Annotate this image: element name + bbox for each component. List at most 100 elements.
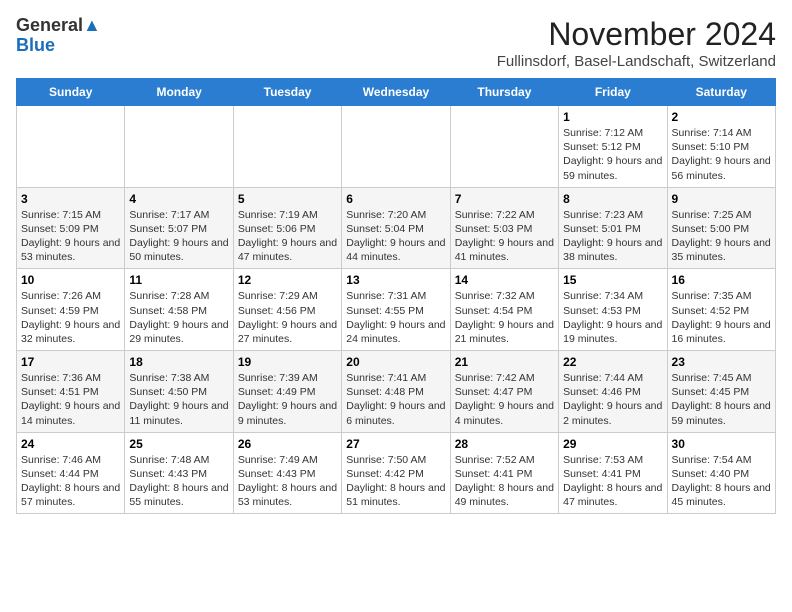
calendar-cell bbox=[450, 106, 558, 188]
calendar-week-3: 10 Sunrise: 7:26 AM Sunset: 4:59 PM Dayli… bbox=[17, 269, 776, 351]
day-info: Sunrise: 7:32 AM Sunset: 4:54 PM Dayligh… bbox=[455, 289, 554, 346]
day-info: Sunrise: 7:35 AM Sunset: 4:52 PM Dayligh… bbox=[672, 289, 771, 346]
calendar-cell bbox=[17, 106, 125, 188]
day-number: 6 bbox=[346, 192, 445, 206]
day-number: 22 bbox=[563, 355, 662, 369]
month-year-title: November 2024 bbox=[497, 16, 776, 53]
day-number: 23 bbox=[672, 355, 771, 369]
day-info: Sunrise: 7:26 AM Sunset: 4:59 PM Dayligh… bbox=[21, 289, 120, 346]
logo: General▲ Blue bbox=[16, 16, 101, 56]
day-info: Sunrise: 7:12 AM Sunset: 5:12 PM Dayligh… bbox=[563, 126, 662, 183]
calendar-cell: 11Sunrise: 7:28 AM Sunset: 4:58 PM Dayli… bbox=[125, 269, 233, 351]
col-tuesday: Tuesday bbox=[233, 79, 341, 106]
calendar-cell: 2 Sunrise: 7:14 AM Sunset: 5:10 PM Daylig… bbox=[667, 106, 775, 188]
day-number: 21 bbox=[455, 355, 554, 369]
day-number: 28 bbox=[455, 437, 554, 451]
day-number: 9 bbox=[672, 192, 771, 206]
day-number: 3 bbox=[21, 192, 120, 206]
calendar-cell: 28Sunrise: 7:52 AM Sunset: 4:41 PM Dayli… bbox=[450, 432, 558, 514]
calendar-cell: 3 Sunrise: 7:15 AM Sunset: 5:09 PM Daylig… bbox=[17, 187, 125, 269]
calendar-cell: 16 Sunrise: 7:35 AM Sunset: 4:52 PM Dayli… bbox=[667, 269, 775, 351]
calendar-cell: 4 Sunrise: 7:17 AM Sunset: 5:07 PM Daylig… bbox=[125, 187, 233, 269]
calendar-table: Sunday Monday Tuesday Wednesday Thursday… bbox=[16, 78, 776, 514]
calendar-cell bbox=[342, 106, 450, 188]
day-info: Sunrise: 7:42 AM Sunset: 4:47 PM Dayligh… bbox=[455, 371, 554, 428]
calendar-cell: 24Sunrise: 7:46 AM Sunset: 4:44 PM Dayli… bbox=[17, 432, 125, 514]
calendar-cell: 14Sunrise: 7:32 AM Sunset: 4:54 PM Dayli… bbox=[450, 269, 558, 351]
day-info: Sunrise: 7:15 AM Sunset: 5:09 PM Dayligh… bbox=[21, 208, 120, 265]
day-info: Sunrise: 7:48 AM Sunset: 4:43 PM Dayligh… bbox=[129, 453, 228, 510]
day-info: Sunrise: 7:36 AM Sunset: 4:51 PM Dayligh… bbox=[21, 371, 120, 428]
day-info: Sunrise: 7:14 AM Sunset: 5:10 PM Dayligh… bbox=[672, 126, 771, 183]
day-info: Sunrise: 7:39 AM Sunset: 4:49 PM Dayligh… bbox=[238, 371, 337, 428]
calendar-body: 1 Sunrise: 7:12 AM Sunset: 5:12 PM Daylig… bbox=[17, 106, 776, 514]
day-info: Sunrise: 7:54 AM Sunset: 4:40 PM Dayligh… bbox=[672, 453, 771, 510]
day-info: Sunrise: 7:41 AM Sunset: 4:48 PM Dayligh… bbox=[346, 371, 445, 428]
col-thursday: Thursday bbox=[450, 79, 558, 106]
day-info: Sunrise: 7:38 AM Sunset: 4:50 PM Dayligh… bbox=[129, 371, 228, 428]
day-info: Sunrise: 7:34 AM Sunset: 4:53 PM Dayligh… bbox=[563, 289, 662, 346]
calendar-week-1: 1 Sunrise: 7:12 AM Sunset: 5:12 PM Daylig… bbox=[17, 106, 776, 188]
day-info: Sunrise: 7:22 AM Sunset: 5:03 PM Dayligh… bbox=[455, 208, 554, 265]
day-number: 8 bbox=[563, 192, 662, 206]
calendar-cell: 1 Sunrise: 7:12 AM Sunset: 5:12 PM Daylig… bbox=[559, 106, 667, 188]
col-wednesday: Wednesday bbox=[342, 79, 450, 106]
location-subtitle: Fullinsdorf, Basel-Landschaft, Switzerla… bbox=[497, 53, 776, 70]
day-number: 2 bbox=[672, 110, 771, 124]
day-info: Sunrise: 7:44 AM Sunset: 4:46 PM Dayligh… bbox=[563, 371, 662, 428]
calendar-header: Sunday Monday Tuesday Wednesday Thursday… bbox=[17, 79, 776, 106]
day-number: 4 bbox=[129, 192, 228, 206]
calendar-cell: 27 Sunrise: 7:50 AM Sunset: 4:42 PM Dayli… bbox=[342, 432, 450, 514]
calendar-week-5: 24Sunrise: 7:46 AM Sunset: 4:44 PM Dayli… bbox=[17, 432, 776, 514]
day-info: Sunrise: 7:49 AM Sunset: 4:43 PM Dayligh… bbox=[238, 453, 337, 510]
col-sunday: Sunday bbox=[17, 79, 125, 106]
day-number: 13 bbox=[346, 273, 445, 287]
calendar-cell: 30Sunrise: 7:54 AM Sunset: 4:40 PM Dayli… bbox=[667, 432, 775, 514]
col-saturday: Saturday bbox=[667, 79, 775, 106]
day-info: Sunrise: 7:50 AM Sunset: 4:42 PM Dayligh… bbox=[346, 453, 445, 510]
day-number: 16 bbox=[672, 273, 771, 287]
calendar-cell: 13Sunrise: 7:31 AM Sunset: 4:55 PM Dayli… bbox=[342, 269, 450, 351]
day-number: 26 bbox=[238, 437, 337, 451]
day-number: 19 bbox=[238, 355, 337, 369]
day-info: Sunrise: 7:17 AM Sunset: 5:07 PM Dayligh… bbox=[129, 208, 228, 265]
calendar-cell bbox=[125, 106, 233, 188]
calendar-cell: 12Sunrise: 7:29 AM Sunset: 4:56 PM Dayli… bbox=[233, 269, 341, 351]
calendar-cell: 8 Sunrise: 7:23 AM Sunset: 5:01 PM Daylig… bbox=[559, 187, 667, 269]
calendar-cell: 15 Sunrise: 7:34 AM Sunset: 4:53 PM Dayli… bbox=[559, 269, 667, 351]
col-monday: Monday bbox=[125, 79, 233, 106]
calendar-cell: 6 Sunrise: 7:20 AM Sunset: 5:04 PM Daylig… bbox=[342, 187, 450, 269]
calendar-cell: 23 Sunrise: 7:45 AM Sunset: 4:45 PM Dayli… bbox=[667, 351, 775, 433]
calendar-cell: 29 Sunrise: 7:53 AM Sunset: 4:41 PM Dayli… bbox=[559, 432, 667, 514]
calendar-cell: 26 Sunrise: 7:49 AM Sunset: 4:43 PM Dayli… bbox=[233, 432, 341, 514]
header-row: Sunday Monday Tuesday Wednesday Thursday… bbox=[17, 79, 776, 106]
calendar-cell: 10 Sunrise: 7:26 AM Sunset: 4:59 PM Dayli… bbox=[17, 269, 125, 351]
logo-general: General▲ bbox=[16, 16, 101, 36]
day-info: Sunrise: 7:20 AM Sunset: 5:04 PM Dayligh… bbox=[346, 208, 445, 265]
calendar-cell: 22 Sunrise: 7:44 AM Sunset: 4:46 PM Dayli… bbox=[559, 351, 667, 433]
day-info: Sunrise: 7:53 AM Sunset: 4:41 PM Dayligh… bbox=[563, 453, 662, 510]
day-number: 27 bbox=[346, 437, 445, 451]
day-number: 29 bbox=[563, 437, 662, 451]
calendar-week-2: 3 Sunrise: 7:15 AM Sunset: 5:09 PM Daylig… bbox=[17, 187, 776, 269]
calendar-cell: 5 Sunrise: 7:19 AM Sunset: 5:06 PM Daylig… bbox=[233, 187, 341, 269]
col-friday: Friday bbox=[559, 79, 667, 106]
title-block: November 2024 Fullinsdorf, Basel-Landsch… bbox=[497, 16, 776, 70]
day-number: 10 bbox=[21, 273, 120, 287]
day-number: 15 bbox=[563, 273, 662, 287]
calendar-week-4: 17Sunrise: 7:36 AM Sunset: 4:51 PM Dayli… bbox=[17, 351, 776, 433]
calendar-cell: 7Sunrise: 7:22 AM Sunset: 5:03 PM Daylig… bbox=[450, 187, 558, 269]
day-info: Sunrise: 7:45 AM Sunset: 4:45 PM Dayligh… bbox=[672, 371, 771, 428]
calendar-cell: 18Sunrise: 7:38 AM Sunset: 4:50 PM Dayli… bbox=[125, 351, 233, 433]
day-info: Sunrise: 7:23 AM Sunset: 5:01 PM Dayligh… bbox=[563, 208, 662, 265]
calendar-cell: 21 Sunrise: 7:42 AM Sunset: 4:47 PM Dayli… bbox=[450, 351, 558, 433]
day-info: Sunrise: 7:46 AM Sunset: 4:44 PM Dayligh… bbox=[21, 453, 120, 510]
calendar-cell bbox=[233, 106, 341, 188]
day-number: 25 bbox=[129, 437, 228, 451]
day-info: Sunrise: 7:25 AM Sunset: 5:00 PM Dayligh… bbox=[672, 208, 771, 265]
day-info: Sunrise: 7:19 AM Sunset: 5:06 PM Dayligh… bbox=[238, 208, 337, 265]
day-number: 5 bbox=[238, 192, 337, 206]
day-number: 12 bbox=[238, 273, 337, 287]
calendar-cell: 9 Sunrise: 7:25 AM Sunset: 5:00 PM Daylig… bbox=[667, 187, 775, 269]
day-number: 1 bbox=[563, 110, 662, 124]
